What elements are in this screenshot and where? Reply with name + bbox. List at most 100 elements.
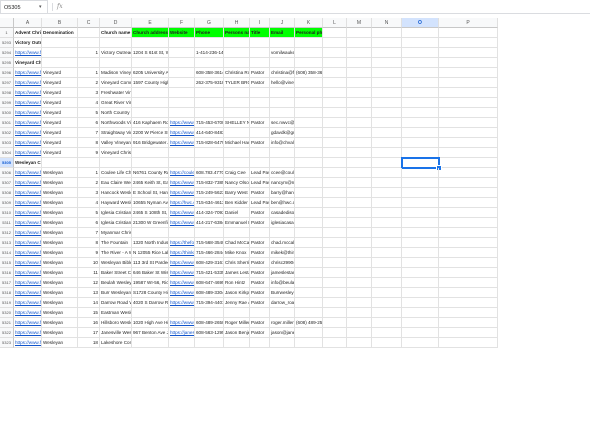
cell-c[interactable]: 12 (78, 278, 100, 288)
cell-o[interactable] (402, 218, 439, 228)
cell-m[interactable] (347, 78, 372, 88)
cell-l[interactable] (323, 338, 347, 348)
cell-a[interactable]: https://www.faith (14, 68, 42, 78)
cell-d[interactable]: Hillsboro Wesleyan (100, 318, 132, 328)
cell-b[interactable]: Wesleyan (42, 308, 78, 318)
row-number[interactable]: 5303 (0, 138, 14, 148)
row-number[interactable]: 1 (0, 28, 14, 38)
cell-k[interactable] (295, 198, 323, 208)
cell-i[interactable]: Pastor (250, 268, 270, 278)
cell-o[interactable] (402, 318, 439, 328)
cell-a[interactable]: https://www.faith (14, 328, 42, 338)
cell-d[interactable]: The River - A Wesleyan (100, 248, 132, 258)
cell-g[interactable]: 715-421-5335 (195, 268, 224, 278)
cell-d[interactable]: Madison Vineyard (100, 68, 132, 78)
cell-k[interactable] (295, 288, 323, 298)
cell-e[interactable] (132, 158, 169, 168)
cell-p[interactable] (439, 278, 498, 288)
cell-c[interactable]: 18 (78, 338, 100, 348)
cell-m[interactable] (347, 188, 372, 198)
cell-f[interactable]: https://www.beu (169, 278, 195, 288)
cell-a[interactable]: Victory Outreach (14, 38, 42, 48)
cell-j[interactable]: iglesiacasadest (270, 218, 295, 228)
cell-o[interactable] (402, 328, 439, 338)
cell-e[interactable]: N6761 County Rd SN, Onal (132, 168, 169, 178)
cell-j[interactable]: roger.miller@hill (270, 318, 295, 328)
cell-e[interactable]: 19587 WI-56, Richland Cen (132, 278, 169, 288)
cell-p[interactable] (439, 118, 498, 128)
cell-e[interactable] (132, 108, 169, 118)
cell-h[interactable] (224, 338, 250, 348)
column-header-l[interactable]: L (323, 18, 347, 28)
cell-c[interactable]: 9 (78, 248, 100, 258)
cell-i[interactable]: Pastor (250, 278, 270, 288)
cell-m[interactable] (347, 328, 372, 338)
cell-f[interactable]: https://www.hanc (169, 188, 195, 198)
cell-j[interactable] (270, 228, 295, 238)
cell-f[interactable]: https://www.casa (169, 218, 195, 228)
cell-i[interactable]: Lead Pastor (250, 198, 270, 208)
cell-o[interactable] (402, 68, 439, 78)
cell-b[interactable]: Wesleyan (42, 258, 78, 268)
cell-h[interactable] (224, 228, 250, 238)
cell-b[interactable]: Wesleyan (42, 328, 78, 338)
cell-h[interactable]: Chris Sherrick (224, 258, 250, 268)
cell-n[interactable] (372, 258, 402, 268)
cell-d[interactable]: Lakeshore Community (100, 338, 132, 348)
cell-f[interactable] (169, 158, 195, 168)
cell-b[interactable]: Vineyard (42, 98, 78, 108)
cell-j[interactable] (270, 148, 295, 158)
cell-h[interactable]: Persons name (224, 28, 250, 38)
cell-j[interactable]: info@chvalleyvin (270, 138, 295, 148)
chevron-down-icon[interactable]: ▾ (39, 4, 42, 10)
cell-f[interactable]: https://www.wes (169, 258, 195, 268)
cell-h[interactable]: Michael Haute (224, 138, 250, 148)
cell-f[interactable] (169, 148, 195, 158)
cell-n[interactable] (372, 68, 402, 78)
column-header-o[interactable]: O (402, 18, 439, 28)
cell-c[interactable]: 1 (78, 168, 100, 178)
cell-e[interactable] (132, 98, 169, 108)
row-number[interactable]: 5313 (0, 238, 14, 248)
cell-c[interactable]: 8 (78, 238, 100, 248)
cell-m[interactable] (347, 298, 372, 308)
row-number[interactable]: 5310 (0, 208, 14, 218)
cell-a[interactable]: https://www.faith (14, 308, 42, 318)
row-number[interactable]: 5316 (0, 268, 14, 278)
cell-g[interactable] (195, 58, 224, 68)
cell-d[interactable]: Northwoods Vineyard (100, 118, 132, 128)
cell-n[interactable] (372, 328, 402, 338)
cell-o[interactable] (402, 48, 439, 58)
cell-f[interactable] (169, 68, 195, 78)
cell-g[interactable]: 608-647-4695 (195, 278, 224, 288)
cell-m[interactable] (347, 108, 372, 118)
cell-m[interactable] (347, 128, 372, 138)
row-number[interactable]: 5305 (0, 158, 14, 168)
cell-c[interactable]: 3 (78, 188, 100, 198)
cell-e[interactable]: 416 Kaphaem Rd Tomahaw (132, 118, 169, 128)
cell-b[interactable]: Wesleyan (42, 218, 78, 228)
cell-d[interactable]: Iglesia Cristiana (100, 208, 132, 218)
cell-c[interactable]: 4 (78, 98, 100, 108)
cell-l[interactable] (323, 188, 347, 198)
cell-o[interactable] (402, 38, 439, 48)
cell-m[interactable] (347, 318, 372, 328)
cell-f[interactable] (169, 228, 195, 238)
cell-a[interactable]: https://www.faith (14, 108, 42, 118)
cell-d[interactable]: Great River Vineyard (100, 98, 132, 108)
cell-d[interactable]: Vineyard Christian (100, 148, 132, 158)
cell-p[interactable] (439, 328, 498, 338)
cell-o[interactable] (402, 78, 439, 88)
cell-b[interactable]: Vineyard (42, 78, 78, 88)
row-number[interactable]: 5323 (0, 338, 14, 348)
cell-f[interactable] (169, 48, 195, 58)
cell-m[interactable] (347, 218, 372, 228)
cell-l[interactable] (323, 118, 347, 128)
cell-i[interactable]: Pastor (250, 78, 270, 88)
cell-e[interactable] (132, 228, 169, 238)
cell-n[interactable] (372, 88, 402, 98)
cell-m[interactable] (347, 68, 372, 78)
cell-h[interactable]: Emmanuel Rios (224, 218, 250, 228)
cell-a[interactable]: https://www.faith (14, 268, 42, 278)
cell-e[interactable]: 1597 County Highway V Gr (132, 78, 169, 88)
